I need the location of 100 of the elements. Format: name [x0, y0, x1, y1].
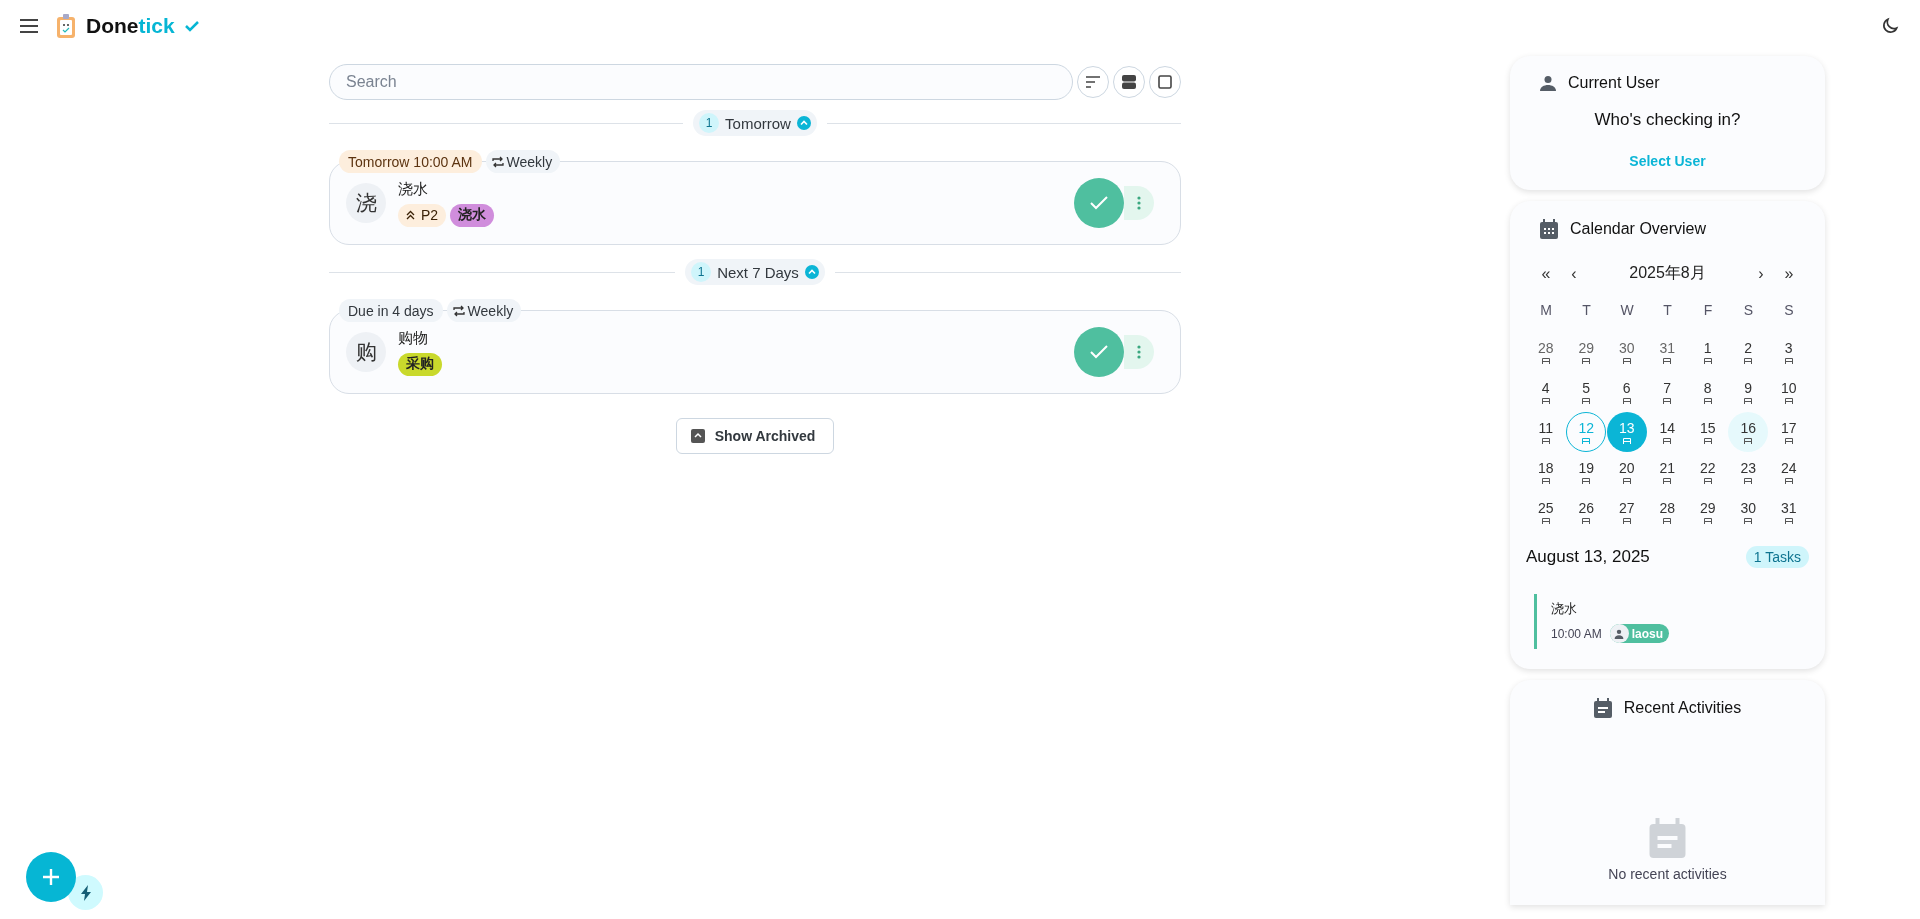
previous-year-button[interactable]: « [1532, 263, 1560, 284]
calendar-day[interactable]: 5 [1566, 372, 1607, 412]
calendar-day[interactable]: 27 [1606, 492, 1647, 532]
sort-button[interactable] [1077, 66, 1109, 98]
check-icon [1090, 345, 1108, 359]
archive-icon [690, 429, 705, 443]
user-chip: laosu [1609, 624, 1670, 643]
weekday-label: S [1742, 301, 1755, 320]
calendar-day[interactable]: 14 [1647, 412, 1688, 452]
repeat-chip: Weekly [485, 150, 561, 173]
next-month-button[interactable]: › [1747, 263, 1775, 284]
task-count-badge: 1 Tasks [1745, 546, 1809, 568]
month-label[interactable]: 2025年8月 [1588, 263, 1747, 284]
calendar-day[interactable]: 31 [1768, 492, 1809, 532]
day-marker-icon [1744, 438, 1753, 444]
section-header[interactable]: 1 Tomorrow [693, 110, 817, 136]
day-marker-icon [1663, 398, 1672, 404]
day-marker-icon [1541, 438, 1550, 444]
day-marker-icon [1703, 478, 1712, 484]
next-year-button[interactable]: » [1775, 263, 1803, 284]
day-marker-icon [1622, 478, 1631, 484]
app-logo[interactable]: Donetick [86, 14, 175, 38]
card-title: Recent Activities [1623, 699, 1742, 717]
empty-message: No recent activities [1608, 866, 1727, 882]
weekday-label: T [1581, 301, 1592, 320]
calendar-icon [1540, 219, 1558, 239]
day-marker-icon [1784, 358, 1793, 364]
show-archived-button[interactable]: Show Archived [675, 418, 835, 454]
previous-month-button[interactable]: ‹ [1560, 263, 1588, 284]
calendar-day[interactable]: 2 [1728, 332, 1769, 372]
calendar-day[interactable]: 21 [1647, 452, 1688, 492]
day-marker-icon [1703, 358, 1712, 364]
day-marker-icon [1744, 518, 1753, 524]
day-marker-icon [1582, 358, 1591, 364]
calendar-day[interactable]: 3 [1768, 332, 1809, 372]
calendar-day[interactable]: 18 [1525, 452, 1566, 492]
day-marker-icon [1622, 518, 1631, 524]
calendar-day[interactable]: 17 [1768, 412, 1809, 452]
calendar-day[interactable]: 11 [1525, 412, 1566, 452]
day-marker-icon [1582, 518, 1591, 524]
due-chip: Due in 4 days [339, 299, 443, 322]
calendar-day[interactable]: 4 [1525, 372, 1566, 412]
calendar-day[interactable]: 7 [1647, 372, 1688, 412]
search-field[interactable]: Search [329, 64, 1073, 100]
calendar-day[interactable]: 9 [1728, 372, 1769, 412]
calendar-day[interactable]: 24 [1768, 452, 1809, 492]
moon-icon [1880, 16, 1900, 36]
calendar-day[interactable]: 16 [1728, 412, 1769, 452]
repeat-chip: Weekly [446, 299, 522, 322]
calendar-day[interactable]: 10 [1768, 372, 1809, 412]
select-button[interactable] [1149, 66, 1181, 98]
task-avatar: 购 [346, 332, 386, 372]
calendar-day[interactable]: 25 [1525, 492, 1566, 532]
task-avatar: 浇 [346, 183, 386, 223]
day-marker-icon [1784, 398, 1793, 404]
day-marker-icon [1784, 518, 1793, 524]
calendar-day[interactable]: 29 [1566, 332, 1607, 372]
weekday-label: F [1702, 301, 1714, 320]
menu-button[interactable] [20, 19, 38, 33]
repeat-icon [491, 155, 504, 168]
calendar-day[interactable]: 8 [1687, 372, 1728, 412]
day-marker-icon [1622, 398, 1631, 404]
day-marker-icon [1622, 438, 1631, 444]
calendar-day[interactable]: 23 [1728, 452, 1769, 492]
weekday-label: M [1539, 301, 1553, 320]
menu-icon [20, 19, 38, 33]
calendar-day[interactable]: 1 [1687, 332, 1728, 372]
calendar-day[interactable]: 20 [1606, 452, 1647, 492]
calendar-day[interactable]: 26 [1566, 492, 1607, 532]
day-marker-icon [1663, 478, 1672, 484]
day-marker-icon [1582, 438, 1591, 444]
selected-date: August 13, 2025 [1526, 547, 1650, 567]
dark-mode-button[interactable] [1880, 16, 1900, 36]
calendar-day[interactable]: 31 [1647, 332, 1688, 372]
calendar-event[interactable]: 浇水 10:00 AM laosu [1534, 594, 1809, 649]
calendar-day[interactable]: 28 [1525, 332, 1566, 372]
section-header[interactable]: 1 Next 7 Days [685, 259, 825, 285]
calendar-day[interactable]: 29 [1687, 492, 1728, 532]
calendar-day[interactable]: 6 [1606, 372, 1647, 412]
calendar-day[interactable]: 30 [1728, 492, 1769, 532]
person-icon [1540, 75, 1556, 91]
event-name: 浇水 [1551, 600, 1578, 618]
calendar-day[interactable]: 22 [1687, 452, 1728, 492]
check-icon [184, 20, 199, 32]
layout-button[interactable] [1113, 66, 1145, 98]
quick-action-button[interactable] [68, 875, 103, 910]
weekday-label: T [1662, 301, 1673, 320]
person-icon [1614, 628, 1625, 639]
prompt-text: Who's checking in? [1594, 110, 1741, 130]
day-marker-icon [1663, 518, 1672, 524]
day-marker-icon [1784, 438, 1793, 444]
event-time: 10:00 AM [1551, 626, 1602, 641]
calendar-day[interactable]: 15 [1687, 412, 1728, 452]
double-chevron-up-icon [406, 210, 415, 220]
day-marker-icon [1744, 398, 1753, 404]
calendar-day[interactable]: 30 [1606, 332, 1647, 372]
calendar-day[interactable]: 28 [1647, 492, 1688, 532]
more-vertical-icon [1137, 196, 1141, 210]
day-marker-icon [1663, 358, 1672, 364]
calendar-day[interactable]: 19 [1566, 452, 1607, 492]
